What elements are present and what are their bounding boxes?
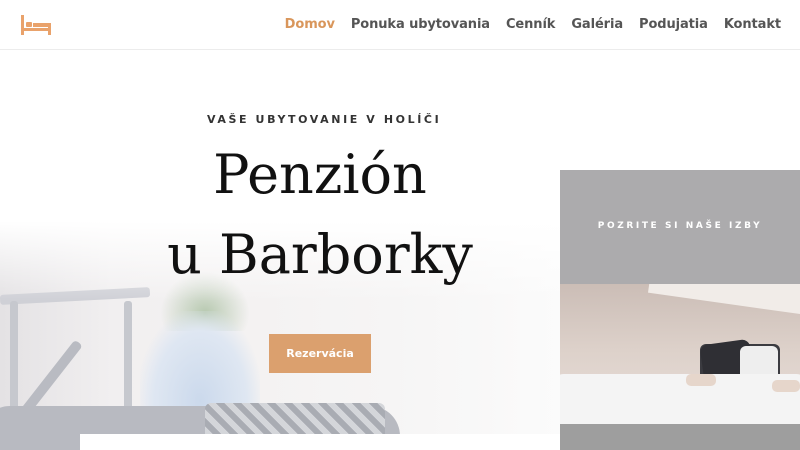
rooms-panel: POZRITE SI NAŠE IZBY [560, 170, 800, 450]
hero-title-line2: u Barborky [167, 223, 473, 286]
rooms-link[interactable]: POZRITE SI NAŠE IZBY [560, 170, 800, 284]
reservation-button[interactable]: Rezervácia [269, 334, 371, 373]
nav-item-kontakt[interactable]: Kontakt [724, 17, 781, 32]
hero-subtitle: VAŠE UBYTOVANIE V HOLÍČI [207, 113, 442, 126]
rooms-label: POZRITE SI NAŠE IZBY [597, 221, 763, 231]
nav-item-cennik[interactable]: Cenník [506, 17, 555, 32]
content-panel [80, 434, 560, 450]
hero-title-line1: Penzión [213, 143, 427, 206]
nav-item-domov[interactable]: Domov [285, 17, 335, 32]
nav-item-galeria[interactable]: Galéria [571, 17, 623, 32]
bed-icon[interactable] [20, 14, 52, 36]
hero-section: VAŠE UBYTOVANIE V HOLÍČI Penzión u Barbo… [0, 51, 800, 450]
hero-title: Penzión u Barborky [90, 135, 550, 295]
room-photo[interactable] [560, 284, 800, 450]
main-nav: Domov Ponuka ubytovania Cenník Galéria P… [285, 17, 781, 32]
nav-item-podujatia[interactable]: Podujatia [639, 17, 708, 32]
nav-item-ponuka-ubytovania[interactable]: Ponuka ubytovania [351, 17, 490, 32]
site-header: Domov Ponuka ubytovania Cenník Galéria P… [0, 0, 800, 50]
